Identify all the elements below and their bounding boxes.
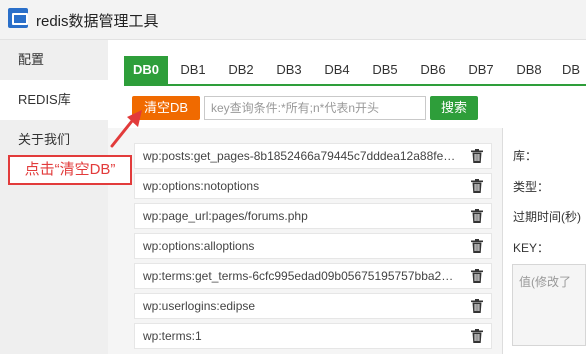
key-name: wp:posts:get_pages-8b1852466a79445c7ddde… [143,149,456,163]
sidebar-item-label: 配置 [18,52,45,67]
trash-icon[interactable] [471,299,483,313]
key-name: wp:options:alloptions [143,239,255,253]
tab-db8[interactable]: DB8 [506,56,552,84]
db-label: 库： [513,149,538,163]
sidebar-item-config[interactable]: 配置 [0,40,108,80]
key-list-item[interactable]: wp:page_url:pages/forums.php [134,203,492,229]
trash-icon[interactable] [471,179,483,193]
sidebar-item-about[interactable]: 关于我们 [0,120,108,160]
value-placeholder: 值(修改了 [519,275,571,289]
key-name: wp:terms:get_terms-6cfc995edad09b0567519… [143,269,454,283]
tab-db7[interactable]: DB7 [458,56,504,84]
trash-icon[interactable] [471,269,483,283]
tab-db5[interactable]: DB5 [362,56,408,84]
key-label: KEY： [513,241,550,255]
key-name: wp:userlogins:edipse [143,299,256,313]
tab-db1[interactable]: DB1 [170,56,216,84]
title-bar: redis数据管理工具 [0,0,586,40]
trash-icon[interactable] [471,239,483,253]
trash-icon[interactable] [471,149,483,163]
annotation-callout: 点击“清空DB” [8,155,132,185]
key-name: wp:options:notoptions [143,179,260,193]
key-list-item[interactable]: wp:userlogins:edipse [134,293,492,319]
sidebar: 配置 REDIS库 关于我们 [0,40,108,354]
trash-icon[interactable] [471,329,483,343]
search-button[interactable]: 搜索 [430,96,478,120]
tab-db6[interactable]: DB6 [410,56,456,84]
trash-icon[interactable] [471,209,483,223]
type-label: 类型： [513,180,550,194]
tab-db2[interactable]: DB2 [218,56,264,84]
key-list-item[interactable]: wp:options:notoptions [134,173,492,199]
tab-db3[interactable]: DB3 [266,56,312,84]
annotation-arrow-icon [110,110,142,148]
sidebar-item-label: REDIS库 [18,92,71,107]
key-list-item[interactable]: wp:options:alloptions [134,233,492,259]
tab-db4[interactable]: DB4 [314,56,360,84]
ttl-label: 过期时间(秒) [513,210,581,224]
tab-db9[interactable]: DB [554,56,586,84]
key-name: wp:terms:1 [143,329,202,343]
sidebar-item-redis[interactable]: REDIS库 [0,80,108,120]
key-list-item[interactable]: wp:posts:get_pages-8b1852466a79445c7ddde… [134,143,492,169]
value-textarea[interactable]: 值(修改了 [512,264,586,346]
key-list-item[interactable]: wp:terms:1 [134,323,492,349]
sidebar-item-label: 关于我们 [18,132,71,147]
key-name: wp:page_url:pages/forums.php [143,209,308,223]
db-tab-bar: DB0 DB1 DB2 DB3 DB4 DB5 DB6 DB7 DB8 DB [124,56,586,86]
key-search-input[interactable] [204,96,426,120]
window-title: redis数据管理工具 [36,13,159,30]
app-icon [8,8,28,28]
tab-db0[interactable]: DB0 [124,56,168,84]
key-list-item[interactable]: wp:terms:get_terms-6cfc995edad09b0567519… [134,263,492,289]
panel-divider [502,128,503,354]
